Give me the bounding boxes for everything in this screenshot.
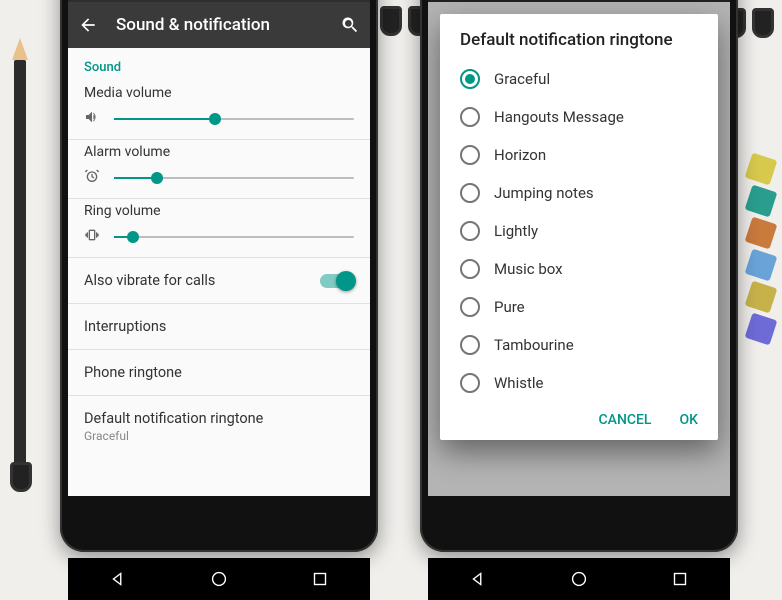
radio-icon[interactable] xyxy=(460,373,480,393)
media-volume-slider[interactable] xyxy=(114,118,354,120)
nav-home-icon[interactable] xyxy=(208,568,230,590)
page-title: Sound & notification xyxy=(116,15,322,35)
interruptions-row[interactable]: Interruptions xyxy=(68,304,370,349)
media-volume-label: Media volume xyxy=(84,85,354,101)
radio-icon[interactable] xyxy=(460,183,480,203)
screen-right: 7° • 100% 12:34 RAIPDNW Show all notific… xyxy=(428,0,730,496)
vibrate-ring-icon xyxy=(84,227,102,247)
ringtone-label: Lightly xyxy=(494,222,538,240)
alarm-volume-label: Alarm volume xyxy=(84,144,354,160)
radio-icon[interactable] xyxy=(460,69,480,89)
slider-thumb[interactable] xyxy=(209,113,221,125)
ring-volume-label: Ring volume xyxy=(84,203,354,219)
ringtone-dialog: Default notification ringtone Graceful Ha… xyxy=(440,14,718,440)
ok-button[interactable]: OK xyxy=(680,412,699,428)
slider-fill xyxy=(114,118,215,120)
default-ringtone-row[interactable]: Default notification ringtone Graceful xyxy=(68,396,370,457)
screen-left: 7° • 100% 12:33 xyxy=(68,0,370,496)
ringtone-option[interactable]: Pure xyxy=(456,288,710,326)
ringtone-label: Whistle xyxy=(494,374,543,392)
search-icon[interactable] xyxy=(340,15,360,35)
ringtone-label: Hangouts Message xyxy=(494,108,624,126)
phone-ringtone-row[interactable]: Phone ringtone xyxy=(68,350,370,395)
ring-volume-row: Ring volume xyxy=(68,199,370,257)
radio-icon[interactable] xyxy=(460,221,480,241)
section-header-sound: Sound xyxy=(68,48,370,81)
radio-icon[interactable] xyxy=(460,297,480,317)
color-cubes-decor xyxy=(742,150,780,400)
vibrate-for-calls-label: Also vibrate for calls xyxy=(84,272,215,289)
speaker-icon xyxy=(84,109,102,129)
slider-thumb[interactable] xyxy=(127,231,139,243)
ringtone-list: Graceful Hangouts Message Horizon Jumping n… xyxy=(440,60,718,402)
radio-icon[interactable] xyxy=(460,107,480,127)
radio-icon[interactable] xyxy=(460,335,480,355)
ringtone-option[interactable]: Whistle xyxy=(456,364,710,402)
ringtone-label: Horizon xyxy=(494,146,546,164)
nav-home-icon[interactable] xyxy=(568,568,590,590)
binder-clips-bottom xyxy=(10,462,32,492)
nav-back-icon[interactable] xyxy=(467,568,489,590)
slider-thumb[interactable] xyxy=(151,172,163,184)
nav-bar xyxy=(68,558,370,600)
ringtone-option[interactable]: Graceful xyxy=(456,60,710,98)
ringtone-option[interactable]: Horizon xyxy=(456,136,710,174)
default-ringtone-label: Default notification ringtone xyxy=(84,410,354,427)
interruptions-label: Interruptions xyxy=(84,318,166,335)
cancel-button[interactable]: CANCEL xyxy=(599,412,652,428)
ringtone-label: Graceful xyxy=(494,70,550,88)
radio-icon[interactable] xyxy=(460,145,480,165)
nav-recent-icon[interactable] xyxy=(309,568,331,590)
nav-back-icon[interactable] xyxy=(107,568,129,590)
alarm-icon xyxy=(84,168,102,188)
phone-ringtone-label: Phone ringtone xyxy=(84,364,182,381)
vibrate-switch[interactable] xyxy=(320,274,354,288)
ringtone-option[interactable]: Music box xyxy=(456,250,710,288)
media-volume-row: Media volume xyxy=(68,81,370,139)
ring-volume-slider[interactable] xyxy=(114,236,354,238)
ringtone-label: Jumping notes xyxy=(494,184,594,202)
alarm-volume-slider[interactable] xyxy=(114,177,354,179)
ringtone-option[interactable]: Tambourine xyxy=(456,326,710,364)
ringtone-option[interactable]: Jumping notes xyxy=(456,174,710,212)
radio-icon[interactable] xyxy=(460,259,480,279)
dialog-actions: CANCEL OK xyxy=(440,402,718,440)
alarm-volume-row: Alarm volume xyxy=(68,140,370,198)
pencil-decor xyxy=(14,60,26,480)
vibrate-for-calls-row[interactable]: Also vibrate for calls xyxy=(68,258,370,303)
ringtone-label: Pure xyxy=(494,298,525,316)
phone-right: 7° • 100% 12:34 RAIPDNW Show all notific… xyxy=(420,0,738,552)
ringtone-label: Tambourine xyxy=(494,336,574,354)
ringtone-label: Music box xyxy=(494,260,563,278)
nav-recent-icon[interactable] xyxy=(669,568,691,590)
nav-bar xyxy=(428,558,730,600)
ringtone-option[interactable]: Lightly xyxy=(456,212,710,250)
default-ringtone-value: Graceful xyxy=(84,429,354,443)
app-bar: Sound & notification xyxy=(68,2,370,48)
ringtone-option[interactable]: Hangouts Message xyxy=(456,98,710,136)
dialog-title: Default notification ringtone xyxy=(440,14,718,60)
settings-content: Sound Media volume Alarm volume xyxy=(68,48,370,496)
phone-left: 7° • 100% 12:33 xyxy=(60,0,378,552)
back-icon[interactable] xyxy=(78,15,98,35)
